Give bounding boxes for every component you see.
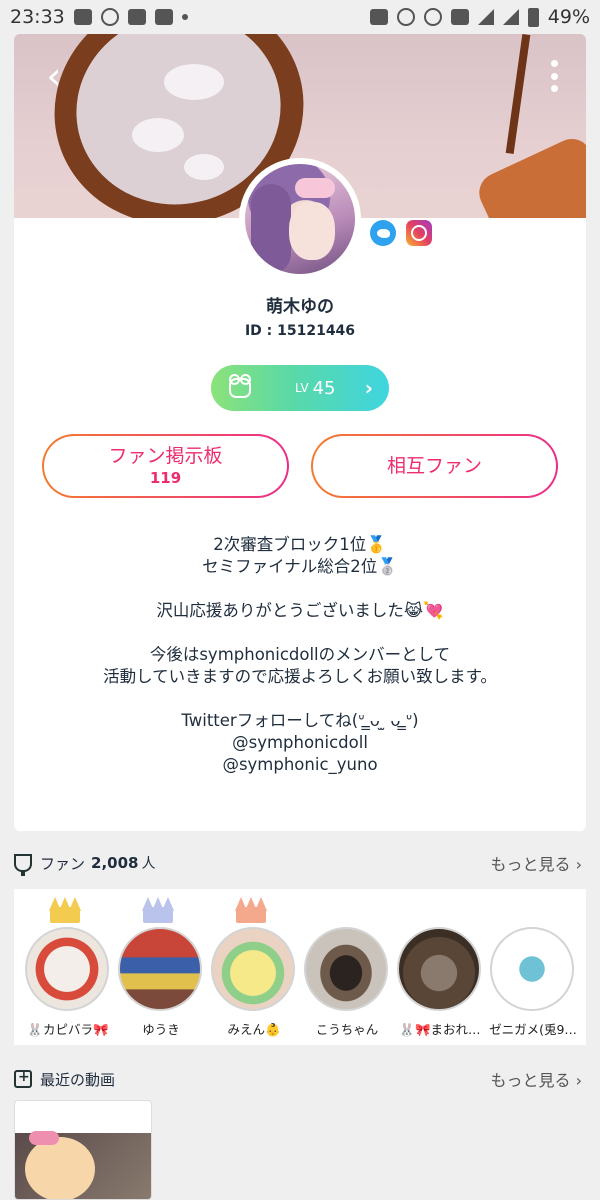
- fan-name: みえん👶: [227, 1022, 281, 1037]
- video-add-icon: [14, 1069, 32, 1088]
- avatar[interactable]: [239, 158, 361, 280]
- profile-id: ID : 15121446: [244, 323, 356, 339]
- fan-item[interactable]: ゼニガメ(兎9…: [485, 889, 578, 1045]
- bio-line: セミファイナル総合2位🥈: [202, 557, 398, 576]
- alarm-icon: [396, 8, 415, 26]
- gold-crown-icon: [49, 897, 81, 923]
- vibrate-icon: [450, 9, 469, 25]
- location-icon: [423, 8, 442, 26]
- bio-line: 沢山応援ありがとうございました😹💘: [156, 601, 444, 620]
- fan-avatar: [211, 927, 295, 1011]
- profile-card: ‹ 萌木ゆの ID : 15121446 LV 45 › ファン掲示板 119 …: [14, 34, 586, 831]
- fan-avatar: [397, 927, 481, 1011]
- chevron-right-icon: ›: [364, 376, 373, 400]
- fans-title: ファン: [40, 854, 86, 873]
- fan-item[interactable]: こうちゃん: [299, 889, 392, 1045]
- bio-line[interactable]: @symphonicdoll: [14, 732, 586, 754]
- fan-board-label: ファン掲示板: [108, 445, 223, 467]
- bio-line: [14, 578, 586, 600]
- youtube-icon: [127, 9, 146, 25]
- bio-line: 活動していきますので応援よろしくお願い致します。: [103, 667, 497, 686]
- profile-name: 萌木ゆの: [266, 297, 334, 317]
- fans-unit: 人: [141, 856, 156, 872]
- line-icon: [100, 8, 119, 26]
- fan-board-button[interactable]: ファン掲示板 119: [42, 434, 289, 498]
- bio-line: 今後はsymphonicdollのメンバーとして: [149, 645, 451, 664]
- battery-icon: [527, 7, 539, 27]
- fan-name: 🐰カピバラ🎀: [27, 1022, 109, 1037]
- bio-line: 2次審査ブロック1位🥇: [213, 535, 387, 554]
- fans-section-header: ファン 2,008 人 もっと見る ›: [14, 848, 586, 878]
- bio-line: [14, 622, 586, 644]
- level-button[interactable]: LV 45 ›: [211, 365, 389, 411]
- fan-item[interactable]: 🐰🎀まおれ…: [392, 889, 485, 1045]
- wifi-icon: [477, 9, 494, 25]
- twitter-icon[interactable]: [370, 220, 396, 246]
- bio-line[interactable]: @symphonic_yuno: [14, 754, 586, 776]
- youtube-icon-2: [154, 9, 173, 25]
- fan-name: ゼニガメ(兎9…: [489, 1022, 577, 1037]
- notification-dot-icon: [181, 14, 188, 20]
- fans-list: 🐰カピバラ🎀 ゆうき みえん👶 こうちゃん 🐰🎀まおれ… ゼニガメ(兎9…: [14, 889, 586, 1045]
- silver-crown-icon: [142, 897, 174, 923]
- level-prefix: LV: [295, 381, 309, 395]
- videos-title: 最近の動画: [40, 1070, 116, 1089]
- back-button[interactable]: ‹: [36, 56, 72, 96]
- signal-icon: [502, 9, 519, 25]
- fan-name: ゆうき: [142, 1022, 180, 1037]
- video-thumbnail[interactable]: [14, 1100, 152, 1200]
- trophy-icon: [14, 854, 32, 876]
- level-value: 45: [312, 377, 336, 399]
- status-bar: 23:33 49%: [0, 0, 600, 34]
- instagram-icon[interactable]: [406, 220, 432, 246]
- bear-icon: [229, 374, 251, 398]
- fan-avatar: [304, 927, 388, 1011]
- more-options-button[interactable]: [548, 56, 560, 96]
- profile-bio: 2次審査ブロック1位🥇 セミファイナル総合2位🥈 沢山応援ありがとうございました…: [14, 534, 586, 776]
- fan-name: 🐰🎀まおれ…: [399, 1022, 481, 1037]
- videos-more-link[interactable]: もっと見る ›: [491, 1067, 583, 1091]
- fan-avatar: [118, 927, 202, 1011]
- mutual-fan-label: 相互ファン: [386, 455, 482, 477]
- status-time: 23:33: [10, 6, 65, 28]
- fan-avatar: [25, 927, 109, 1011]
- mutual-fan-button[interactable]: 相互ファン: [311, 434, 558, 498]
- bio-line: Twitterフォローしてね(ᐡ ̳ᴗ ̫ ᴗ ̳ᐡ): [181, 711, 419, 730]
- cast-icon: [369, 9, 388, 25]
- videos-section-header: 最近の動画 もっと見る ›: [14, 1064, 586, 1094]
- fan-item[interactable]: 🐰カピバラ🎀: [20, 889, 113, 1045]
- battery-percent: 49%: [547, 6, 590, 28]
- bio-line: [14, 688, 586, 710]
- fan-item[interactable]: ゆうき: [113, 889, 206, 1045]
- fan-item[interactable]: みえん👶: [206, 889, 299, 1045]
- bronze-crown-icon: [235, 897, 267, 923]
- gallery-icon: [73, 9, 92, 25]
- fan-avatar: [490, 927, 574, 1011]
- fans-more-link[interactable]: もっと見る ›: [491, 851, 583, 875]
- fan-name: こうちゃん: [315, 1022, 379, 1037]
- fan-board-count: 119: [149, 469, 182, 487]
- fans-count: 2,008: [91, 854, 139, 872]
